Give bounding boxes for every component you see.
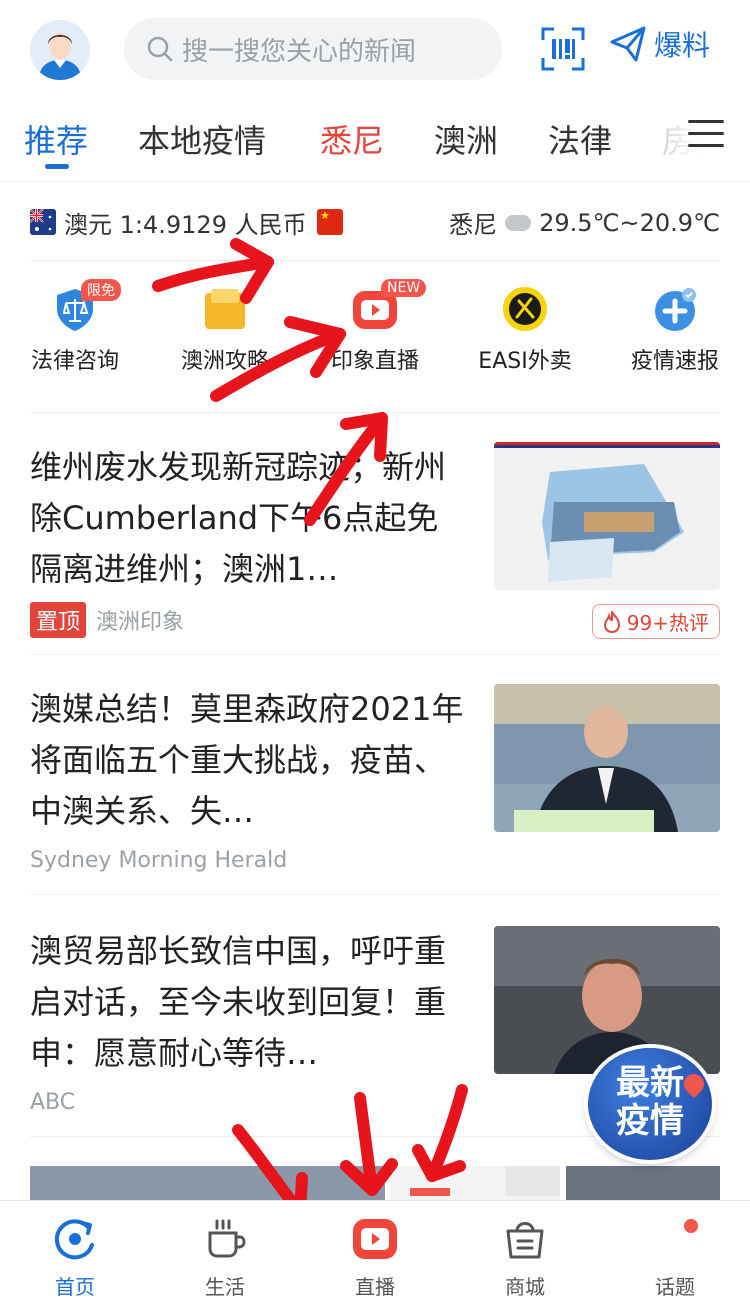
next-item-preview (30, 1166, 720, 1202)
quick-link-guide[interactable]: 澳洲攻略 (150, 285, 300, 375)
scan-qr-icon[interactable] (540, 26, 586, 72)
tab-sydney[interactable]: 悉尼 (320, 116, 384, 162)
baoliao-button[interactable]: 爆料 (608, 24, 710, 64)
nav-label: 生活 (205, 1275, 245, 1299)
baoliao-label: 爆料 (654, 29, 711, 62)
top-header: 搜一搜您关心的新闻 爆料 (0, 0, 750, 100)
news-thumbnail (494, 926, 720, 1074)
flame-icon (603, 610, 620, 633)
australia-flag-icon (30, 209, 56, 235)
weather-temperature: 29.5℃~20.9℃ (539, 208, 720, 237)
tv-play-icon: NEW (351, 279, 427, 333)
search-icon (147, 36, 173, 62)
active-tab-indicator (45, 164, 69, 169)
user-avatar[interactable] (30, 20, 90, 80)
tab-recommended[interactable]: 推荐 (24, 116, 88, 162)
weather-widget[interactable]: 悉尼 29.5℃~20.9℃ (449, 205, 720, 240)
nav-label: 商城 (505, 1275, 545, 1299)
weather-city: 悉尼 (449, 211, 498, 239)
shopping-bag-icon (502, 1215, 548, 1261)
quick-link-label: 印象直播 (330, 349, 419, 374)
news-item[interactable]: 维州废水发现新冠踪迹；新州除Cumberland下午6点起免隔离进维州；澳洲1…… (30, 442, 720, 642)
coffee-cup-icon (202, 1215, 248, 1261)
fork-knife-icon (501, 285, 549, 333)
annotation-arrow (152, 256, 274, 292)
cloud-icon (505, 214, 532, 231)
hot-comments-badge[interactable]: 99+热评 (591, 604, 720, 639)
news-thumbnail (494, 684, 720, 832)
divider (30, 260, 720, 261)
quick-link-covid[interactable]: 疫情速报 (600, 285, 750, 375)
category-tabs: 推荐 本地疫情 悉尼 澳洲 法律 房产 (0, 100, 750, 182)
divider (30, 894, 720, 895)
nav-label: 话题 (655, 1275, 695, 1299)
china-flag-icon: ★ (317, 209, 343, 235)
news-meta: ABC (30, 1090, 75, 1115)
tabs-menu-icon[interactable] (688, 120, 724, 150)
guide-folder-icon (201, 285, 249, 333)
nav-label: 直播 (355, 1275, 395, 1299)
quick-link-badge: 限免 (81, 279, 121, 301)
quick-link-live[interactable]: NEW 印象直播 (300, 279, 450, 375)
nav-life[interactable]: 生活 (150, 1201, 300, 1299)
home-refresh-icon (52, 1215, 98, 1261)
news-meta: 置顶 澳洲印象 (30, 602, 184, 638)
quick-link-label: 法律咨询 (30, 349, 119, 374)
live-tv-icon (352, 1215, 398, 1261)
divider (30, 654, 720, 655)
hot-comments-label: 99+热评 (626, 611, 709, 635)
news-thumbnail (494, 442, 720, 590)
news-meta: Sydney Morning Herald (30, 848, 287, 873)
topic-icon (652, 1215, 698, 1261)
quick-link-label: 疫情速报 (630, 349, 719, 374)
nav-live[interactable]: 直播 (300, 1201, 450, 1299)
exchange-rate: 澳元 1:4.9129 人民币 (64, 211, 307, 239)
tab-local-covid[interactable]: 本地疫情 (138, 116, 266, 162)
news-source: ABC (30, 1090, 76, 1115)
nav-topics[interactable]: 话题 (600, 1201, 750, 1299)
news-item[interactable]: 澳媒总结！莫里森政府2021年将面临五个重大挑战，疫苗、中澳关系、失… Sydn… (30, 684, 720, 884)
news-title: 澳贸易部长致信中国，呼吁重启对话，至今未收到回复！重申：愿意耐心等待… (30, 932, 447, 1072)
quick-link-label: EASI外卖 (478, 349, 572, 374)
pinned-tag: 置顶 (30, 602, 87, 638)
scale-shield-icon: 限免 (51, 279, 121, 333)
avatar-icon (30, 20, 90, 80)
quick-links: 限免 法律咨询 澳洲攻略 NEW 印象直播 EASI外卖 疫情速报 (0, 279, 750, 385)
nav-label: 首页 (55, 1275, 95, 1299)
news-source: 澳洲印象 (96, 610, 185, 635)
nav-shop[interactable]: 商城 (450, 1201, 600, 1299)
info-row: 澳元 1:4.9129 人民币 ★ 悉尼 29.5℃~20.9℃ (30, 205, 720, 241)
search-placeholder: 搜一搜您关心的新闻 (182, 36, 417, 67)
latest-covid-badge[interactable]: 最新 疫情 (588, 1048, 712, 1160)
tab-australia[interactable]: 澳洲 (434, 116, 498, 162)
news-source: Sydney Morning Herald (30, 848, 288, 873)
quick-link-legal[interactable]: 限免 法律咨询 (0, 279, 150, 375)
news-title: 澳媒总结！莫里森政府2021年将面临五个重大挑战，疫苗、中澳关系、失… (30, 690, 464, 830)
bottom-nav: 首页 生活 直播 商城 话题 (0, 1200, 750, 1299)
search-bar[interactable]: 搜一搜您关心的新闻 (124, 18, 502, 80)
quick-link-badge: NEW (381, 279, 427, 297)
quick-link-food[interactable]: EASI外卖 (450, 285, 600, 375)
medical-cross-icon (651, 285, 699, 333)
divider (30, 412, 720, 413)
covid-badge-line2: 疫情 (616, 1101, 684, 1141)
nav-home[interactable]: 首页 (0, 1201, 150, 1299)
tab-law[interactable]: 法律 (548, 116, 612, 162)
news-title: 维州废水发现新冠踪迹；新州除Cumberland下午6点起免隔离进维州；澳洲1… (30, 448, 447, 588)
quick-link-label: 澳洲攻略 (180, 349, 269, 374)
paper-plane-icon (610, 26, 646, 62)
